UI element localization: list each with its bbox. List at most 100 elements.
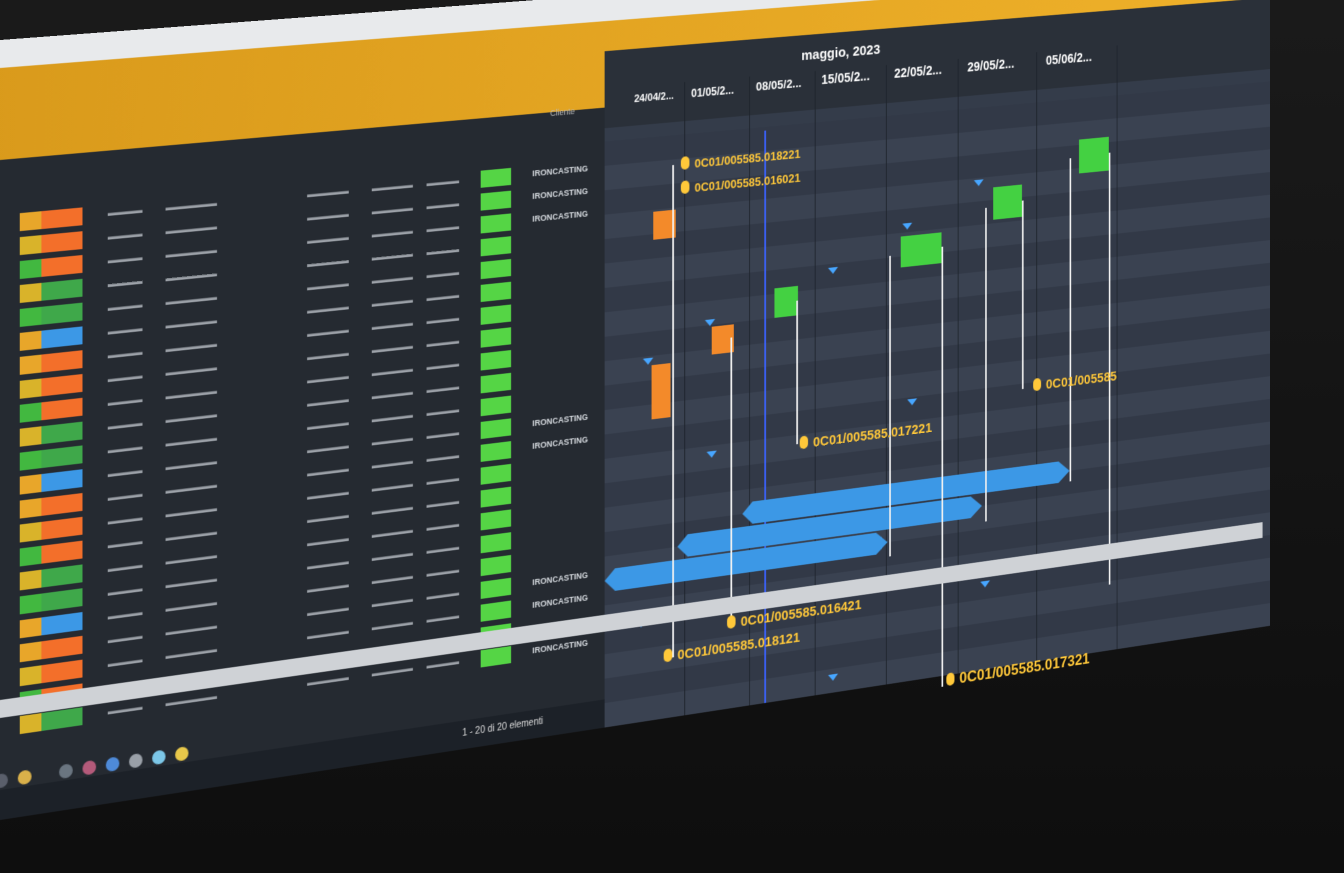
app-icon[interactable]: [129, 752, 143, 769]
cell-text: ▬▬▬▬▬: [307, 533, 349, 549]
cell-text: ▬▬▬▬: [426, 541, 460, 556]
date-col-5: 22/05/2...: [894, 62, 942, 81]
cell-text: ▬▬▬▬: [426, 404, 460, 418]
customer-label: IRONCASTING: [532, 163, 588, 179]
app-icon[interactable]: [59, 763, 73, 780]
task-bar-orange[interactable]: [651, 363, 671, 420]
app-icon[interactable]: [152, 749, 166, 766]
status-button[interactable]: [480, 213, 512, 234]
status-button[interactable]: [480, 646, 512, 668]
priority-swatches: [19, 397, 83, 423]
status-button[interactable]: [480, 350, 512, 371]
cell-text: ▬▬▬▬: [426, 312, 460, 326]
status-button[interactable]: [480, 236, 512, 257]
status-button[interactable]: [480, 577, 512, 599]
dependency-line: [672, 164, 674, 658]
cell-text: ▬▬▬▬▬▬: [165, 197, 217, 213]
location-pin-icon: [727, 614, 736, 630]
monitor-screen: Cliente ▬▬▬▬ ▬▬▬▬▬▬ ▬▬▬▬▬ ▬▬▬▬▬ ▬▬▬▬ IRONCAST…: [0, 0, 1271, 827]
cell-text: ▬▬▬▬▬▬: [165, 456, 217, 473]
cell-text: ▬▬▬▬▬▬: [165, 268, 217, 284]
cell-text: ▬▬▬▬: [107, 559, 143, 575]
gantt-chart: maggio, 2023 24/04/2... 01/05/2... 08/05…: [604, 0, 1271, 728]
status-button[interactable]: [480, 554, 512, 577]
cell-text: ▬▬▬▬▬: [371, 455, 413, 471]
cell-text: ▬▬▬▬▬▬: [165, 385, 217, 402]
cell-text: ▬▬▬▬▬: [307, 509, 349, 525]
cell-text: ▬▬▬▬▬: [307, 625, 349, 642]
cell-text: ▬▬▬▬: [107, 204, 143, 218]
status-button[interactable]: [480, 600, 512, 622]
priority-swatches: [19, 540, 83, 567]
cell-text: ▬▬▬▬: [426, 267, 460, 281]
orders-grid: Cliente ▬▬▬▬ ▬▬▬▬▬▬ ▬▬▬▬▬ ▬▬▬▬▬ ▬▬▬▬ IRONCAST…: [0, 106, 605, 827]
status-button[interactable]: [480, 190, 512, 211]
app-icon[interactable]: [105, 756, 120, 773]
status-button[interactable]: [480, 486, 512, 508]
milestone-marker[interactable]: [706, 450, 717, 459]
milestone-marker[interactable]: [828, 266, 839, 275]
customer-label: IRONCASTING: [532, 570, 588, 588]
cell-text: ▬▬▬▬▬: [371, 501, 413, 517]
date-col-1: 24/04/2...: [634, 90, 674, 106]
customer-label: IRONCASTING: [532, 412, 588, 429]
priority-swatches: [19, 302, 83, 327]
column-header-cliente[interactable]: Cliente: [550, 106, 575, 118]
cell-text: ▬▬▬▬▬: [371, 340, 413, 355]
cell-text: ▬▬▬▬▬▬: [165, 221, 217, 237]
status-button[interactable]: [480, 258, 512, 280]
milestone-marker[interactable]: [704, 318, 716, 327]
customer-label: IRONCASTING: [532, 186, 588, 201]
cell-text: ▬▬▬▬: [107, 606, 143, 622]
status-button[interactable]: [480, 418, 512, 440]
cell-text: ▬▬▬▬▬: [371, 386, 413, 402]
status-button[interactable]: [480, 441, 512, 462]
cell-text: ▬▬▬▬▬▬: [165, 690, 217, 709]
cell-text: ▬▬▬▬: [107, 488, 143, 503]
milestone-marker[interactable]: [642, 357, 654, 366]
cell-text: ▬▬▬▬▬: [371, 478, 413, 494]
cell-text: ▬▬▬▬: [107, 394, 143, 408]
milestone-marker[interactable]: [973, 179, 984, 187]
milestone-marker[interactable]: [902, 222, 913, 231]
status-button[interactable]: [480, 532, 512, 554]
milestone-marker[interactable]: [907, 398, 918, 406]
cell-text: ▬▬▬▬▬▬: [165, 526, 217, 543]
cell-text: ▬▬▬▬: [426, 358, 460, 372]
status-button[interactable]: [480, 509, 512, 531]
dependency-line: [941, 246, 944, 687]
status-button[interactable]: [480, 327, 512, 348]
priority-swatches: [19, 231, 83, 256]
task-bar-green[interactable]: [1079, 136, 1109, 174]
gridline: [684, 81, 686, 716]
cell-text: ▬▬▬▬▬: [307, 394, 349, 409]
cell-text: ▬▬▬▬▬: [307, 371, 349, 386]
date-col-4: 15/05/2...: [821, 68, 870, 87]
dependency-line: [730, 337, 733, 625]
cell-text: ▬▬▬▬▬: [307, 324, 349, 339]
app-icon[interactable]: [82, 759, 97, 776]
app-icon[interactable]: [175, 746, 189, 762]
location-pin-icon: [663, 648, 673, 663]
status-button[interactable]: [480, 395, 512, 417]
cell-text: ▬▬▬▬▬: [371, 179, 413, 194]
status-button[interactable]: [480, 167, 512, 188]
app-icon[interactable]: [0, 772, 8, 789]
priority-swatches: [19, 493, 83, 519]
status-button[interactable]: [480, 281, 512, 303]
status-button[interactable]: [480, 304, 512, 325]
month-label: maggio, 2023: [801, 41, 881, 64]
cell-text: ▬▬▬▬: [426, 244, 460, 258]
task-bar-green[interactable]: [774, 285, 798, 318]
status-button[interactable]: [480, 372, 512, 394]
priority-swatches: [19, 635, 83, 663]
task-bar-green[interactable]: [900, 232, 942, 268]
cell-text: ▬▬▬▬: [107, 630, 143, 646]
cell-text: ▬▬▬▬▬▬: [165, 503, 217, 520]
cell-text: ▬▬▬▬▬▬: [165, 432, 217, 449]
app-icon[interactable]: [17, 769, 32, 786]
status-button[interactable]: [480, 463, 512, 485]
task-bar-green[interactable]: [993, 184, 1022, 220]
cell-text: ▬▬▬▬: [426, 610, 460, 625]
cell-text: ▬▬▬▬▬: [307, 602, 349, 618]
